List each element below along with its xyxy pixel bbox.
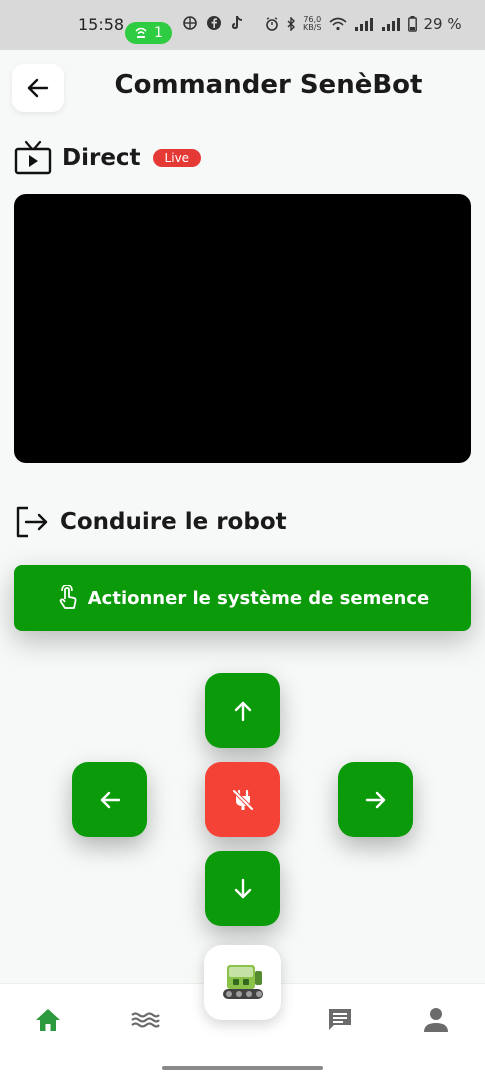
- arrow-left-icon: [100, 791, 120, 808]
- person-icon: [424, 1008, 448, 1032]
- live-badge: Live: [152, 149, 202, 167]
- notification-icons: [182, 15, 244, 31]
- chat-icon: [329, 1009, 351, 1030]
- waves-icon: [131, 1012, 160, 1028]
- exit-arrow-icon: [16, 506, 48, 538]
- seed-system-button[interactable]: Actionner le système de semence: [14, 565, 471, 631]
- arrow-right-icon: [365, 791, 385, 808]
- battery-percent: 29 %: [423, 15, 462, 33]
- arrow-up-icon: [234, 701, 251, 721]
- hotspot-pill: 1: [125, 22, 172, 44]
- seed-button-label: Actionner le système de semence: [87, 587, 430, 609]
- nav-chat[interactable]: [325, 1005, 355, 1035]
- robot-icon: [222, 964, 263, 999]
- drive-section-title: Conduire le robot: [60, 509, 287, 535]
- battery-icon: [407, 16, 417, 32]
- hotspot-icon: [135, 27, 147, 38]
- live-section-header: Direct Live: [14, 140, 202, 176]
- wifi-icon: [328, 17, 347, 31]
- facebook-icon: [207, 16, 221, 30]
- power-off-icon: [232, 789, 253, 810]
- nav-home[interactable]: [33, 1005, 63, 1035]
- home-icon: [36, 1009, 60, 1031]
- tv-icon: [14, 140, 52, 175]
- arrow-down-icon: [234, 878, 251, 898]
- signal-icon-2: [381, 18, 400, 31]
- stop-button[interactable]: [205, 762, 280, 837]
- page-title: Commander SenèBot: [114, 70, 423, 100]
- nav-waves[interactable]: [130, 1005, 160, 1035]
- live-section-title: Direct: [62, 145, 141, 171]
- status-time: 15:58: [78, 15, 125, 34]
- move-backward-button[interactable]: [205, 851, 280, 926]
- hotspot-count: 1: [154, 25, 163, 41]
- alarm-icon: [266, 17, 278, 31]
- signal-icon-1: [354, 18, 373, 31]
- status-bar: 15:58 1 76,0 KB/S 29 %: [0, 0, 485, 50]
- nav-robot[interactable]: [204, 945, 281, 1020]
- home-indicator[interactable]: [162, 1066, 323, 1070]
- network-speed: 76,0 KB/S: [303, 15, 322, 32]
- nav-profile[interactable]: [421, 1005, 451, 1035]
- move-forward-button[interactable]: [205, 673, 280, 748]
- crosshair-icon: [183, 16, 197, 30]
- tiktok-icon: [232, 16, 242, 29]
- turn-left-button[interactable]: [72, 762, 147, 837]
- touch-icon: [59, 585, 77, 609]
- system-icons: 76,0 KB/S 29 %: [265, 15, 462, 33]
- drive-section-header: Conduire le robot: [14, 505, 287, 539]
- live-video-feed[interactable]: [14, 194, 471, 463]
- turn-right-button[interactable]: [338, 762, 413, 837]
- bluetooth-icon: [287, 17, 295, 31]
